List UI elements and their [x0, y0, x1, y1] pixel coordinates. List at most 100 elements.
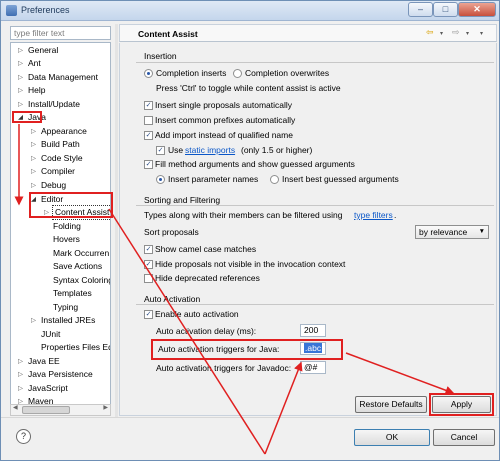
tree-item-typing[interactable]: Typing [53, 301, 78, 314]
completion-overwrites-label[interactable]: Completion overwrites [245, 68, 329, 79]
insert-common-label[interactable]: Insert common prefixes automatically [155, 115, 295, 126]
window-title: Preferences [21, 5, 70, 15]
scroll-left-icon[interactable]: ◀ [13, 404, 18, 411]
annotation-box-java [12, 111, 42, 123]
tree-item-general[interactable]: General [28, 44, 58, 57]
ok-button[interactable]: OK [354, 429, 430, 446]
maximize-button[interactable]: □ [433, 2, 458, 17]
hide-deprecated-checkbox[interactable] [144, 274, 153, 283]
close-icon: ✕ [473, 4, 481, 14]
insert-single-label[interactable]: Insert single proposals automatically [155, 100, 292, 111]
insert-single-checkbox[interactable]: ✓ [144, 101, 153, 110]
use-static-imports-checkbox[interactable]: ✓ [156, 146, 165, 155]
back-menu-icon[interactable]: ▾ [440, 30, 443, 37]
tree-item-properties-files-editor[interactable]: Properties Files Ed [41, 341, 110, 354]
hide-deprecated-label[interactable]: Hide deprecated references [155, 273, 260, 284]
scrollbar-thumb[interactable] [22, 406, 70, 414]
tree-item-folding[interactable]: Folding [53, 220, 81, 233]
add-import-label[interactable]: Add import instead of qualified name [155, 130, 293, 141]
expand-arrow-icon[interactable]: ▷ [18, 84, 23, 97]
expand-arrow-icon[interactable]: ▷ [18, 368, 23, 381]
pane-divider[interactable] [115, 24, 118, 417]
enable-auto-activation-checkbox[interactable]: ✓ [144, 310, 153, 319]
completion-overwrites-radio[interactable] [233, 69, 242, 78]
expand-arrow-icon[interactable]: ▷ [31, 125, 36, 138]
tree-item-installed-jres[interactable]: Installed JREs [41, 314, 95, 327]
tree-item-data-management[interactable]: Data Management [28, 71, 98, 84]
tree-item-help[interactable]: Help [28, 84, 45, 97]
expand-arrow-icon[interactable]: ▷ [31, 165, 36, 178]
show-camel-checkbox[interactable]: ✓ [144, 245, 153, 254]
tree-item-hovers[interactable]: Hovers [53, 233, 80, 246]
sort-proposals-select[interactable]: by relevance ▼ [415, 225, 489, 239]
tree-item-java-ee[interactable]: Java EE [28, 355, 60, 368]
insert-best-guessed-radio[interactable] [270, 175, 279, 184]
javadoc-triggers-input[interactable]: @# [300, 361, 326, 374]
section-divider [136, 62, 494, 63]
expand-arrow-icon[interactable]: ▷ [31, 152, 36, 165]
close-button[interactable]: ✕ [458, 2, 496, 17]
delay-label: Auto activation delay (ms): [156, 326, 257, 336]
filter-input[interactable]: type filter text [10, 26, 111, 40]
cancel-button[interactable]: Cancel [433, 429, 495, 446]
enable-auto-activation-label[interactable]: Enable auto activation [155, 309, 239, 320]
hide-invisible-checkbox[interactable]: ✓ [144, 260, 153, 269]
completion-inserts-label[interactable]: Completion inserts [156, 68, 226, 79]
tree-item-build-path[interactable]: Build Path [41, 138, 80, 151]
page-title: Content Assist [138, 29, 198, 39]
expand-arrow-icon[interactable]: ▷ [18, 382, 23, 395]
expand-arrow-icon[interactable]: ▷ [31, 314, 36, 327]
annotation-box-apply [429, 393, 494, 416]
expand-arrow-icon[interactable]: ▷ [31, 179, 36, 192]
tree-item-compiler[interactable]: Compiler [41, 165, 75, 178]
tree-item-syntax-coloring[interactable]: Syntax Coloring [53, 274, 110, 287]
insert-common-checkbox[interactable] [144, 116, 153, 125]
tree-item-javascript[interactable]: JavaScript [28, 382, 68, 395]
forward-arrow-icon[interactable]: ⇨ [452, 27, 460, 38]
fill-method-label[interactable]: Fill method arguments and show guessed a… [155, 159, 355, 170]
expand-arrow-icon[interactable]: ▷ [18, 57, 23, 70]
insert-parameter-names-radio[interactable] [156, 175, 165, 184]
completion-inserts-radio[interactable] [144, 69, 153, 78]
preference-tree[interactable]: ▷ General ▷ Ant ▷ Data Management ▷ Help… [10, 42, 111, 416]
delay-value: 200 [304, 325, 319, 335]
restore-defaults-button[interactable]: Restore Defaults [355, 396, 427, 413]
dropdown-arrow-icon: ▼ [478, 228, 485, 235]
back-arrow-icon[interactable]: ⇦ [426, 27, 434, 38]
tree-item-appearance[interactable]: Appearance [41, 125, 87, 138]
tree-item-debug[interactable]: Debug [41, 179, 66, 192]
title-bar: Preferences – □ ✕ [1, 1, 499, 21]
expand-arrow-icon[interactable]: ▷ [18, 98, 23, 111]
app-icon [6, 5, 17, 16]
static-imports-link[interactable]: static imports [185, 145, 235, 156]
delay-input[interactable]: 200 [300, 324, 326, 337]
tree-item-install-update[interactable]: Install/Update [28, 98, 80, 111]
use-static-imports-suffix: (only 1.5 or higher) [241, 145, 313, 155]
toggle-hint: Press 'Ctrl' to toggle while content ass… [156, 83, 341, 93]
types-filter-suffix: . [394, 210, 397, 220]
tree-horizontal-scrollbar[interactable]: ◀ ▶ [10, 404, 111, 416]
tree-item-save-actions[interactable]: Save Actions [53, 260, 102, 273]
forward-menu-icon[interactable]: ▾ [466, 30, 469, 37]
help-icon[interactable]: ? [16, 429, 31, 444]
tree-item-ant[interactable]: Ant [28, 57, 41, 70]
tree-item-junit[interactable]: JUnit [41, 328, 60, 341]
insert-parameter-names-label[interactable]: Insert parameter names [168, 174, 258, 185]
fill-method-checkbox[interactable]: ✓ [144, 160, 153, 169]
tree-item-java-persistence[interactable]: Java Persistence [28, 368, 93, 381]
hide-invisible-label[interactable]: Hide proposals not visible in the invoca… [155, 259, 345, 270]
expand-arrow-icon[interactable]: ▷ [18, 355, 23, 368]
show-camel-label[interactable]: Show camel case matches [155, 244, 256, 255]
type-filters-link[interactable]: type filters [354, 210, 393, 221]
minimize-button[interactable]: – [408, 2, 433, 17]
tree-item-code-style[interactable]: Code Style [41, 152, 83, 165]
scroll-right-icon[interactable]: ▶ [103, 404, 108, 411]
insert-best-guessed-label[interactable]: Insert best guessed arguments [282, 174, 399, 185]
tree-item-templates[interactable]: Templates [53, 287, 92, 300]
expand-arrow-icon[interactable]: ▷ [31, 138, 36, 151]
expand-arrow-icon[interactable]: ▷ [18, 71, 23, 84]
expand-arrow-icon[interactable]: ▷ [18, 44, 23, 57]
tree-item-mark-occurrences[interactable]: Mark Occurren [53, 247, 109, 260]
view-menu-icon[interactable]: ▾ [480, 30, 483, 37]
add-import-checkbox[interactable]: ✓ [144, 131, 153, 140]
